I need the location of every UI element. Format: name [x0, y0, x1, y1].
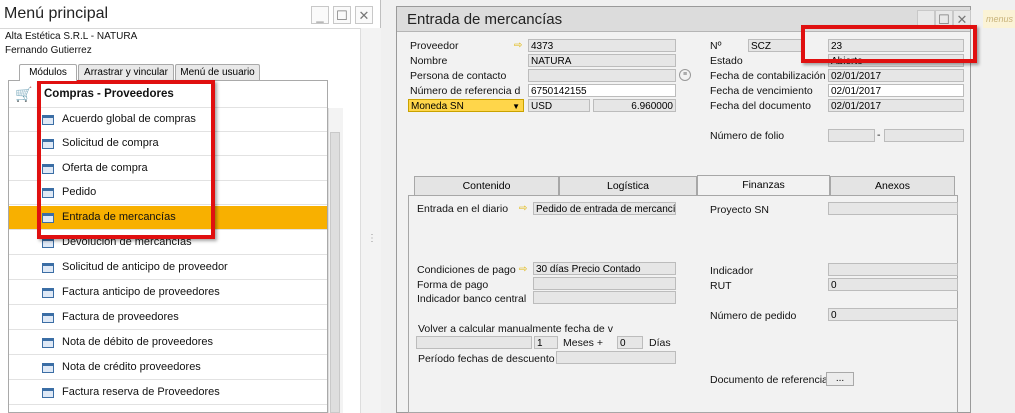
moneda-select-label: Moneda SN [411, 101, 464, 112]
dias-field[interactable]: 0 [617, 336, 643, 349]
menu-item-label: Nota de débito de proveedores [62, 336, 214, 348]
maximize-icon[interactable]: ☐ [333, 6, 351, 24]
nombre-field[interactable]: NATURA [528, 54, 676, 67]
form-icon [42, 263, 54, 273]
referencia-field[interactable]: 6750142155 [528, 84, 676, 97]
indicador-label: Indicador [710, 265, 754, 277]
diario-label: Entrada en el diario [417, 203, 509, 215]
meses-label: Meses + [563, 337, 603, 349]
documento-referencia-label: Documento de referencia [710, 374, 828, 386]
link-arrow-icon[interactable]: ⇨ [519, 204, 530, 214]
condiciones-label: Condiciones de pago [417, 264, 516, 276]
background-menus-hint: menus [983, 10, 1015, 28]
form-icon [42, 388, 54, 398]
periodo-field[interactable] [556, 351, 676, 364]
menu-item-label: Factura anticipo de proveedores [62, 286, 220, 298]
menu-item-label: Factura de proveedores [62, 311, 179, 323]
serie-field[interactable]: SCZ [748, 39, 803, 52]
diario-field[interactable]: Pedido de entrada de mercancía [533, 202, 676, 215]
indicador-field[interactable] [828, 263, 958, 276]
dias-label: Días [649, 337, 671, 349]
rut-label: RUT [710, 280, 732, 292]
menu-item-factura-anticipo[interactable]: Factura anticipo de proveedores [9, 281, 327, 305]
documento-referencia-button[interactable]: ... [826, 372, 854, 386]
moneda-select[interactable]: Moneda SN ▼ [408, 99, 524, 112]
form-icon [42, 363, 54, 373]
annotation-highlight-menu [37, 80, 215, 239]
menu-item-factura-reserva[interactable]: Factura reserva de Proveedores [9, 381, 327, 405]
proveedor-label: Proveedor [410, 40, 459, 52]
banco-central-label: Indicador banco central [417, 293, 527, 305]
minimize-icon[interactable]: _ [311, 6, 329, 24]
proveedor-field[interactable]: 4373 [528, 39, 676, 52]
folio-separator: - [877, 129, 881, 141]
proyecto-field[interactable] [828, 202, 958, 215]
condiciones-field[interactable]: 30 días Precio Contado [533, 262, 676, 275]
vencimiento-field[interactable]: 02/01/2017 [828, 84, 964, 97]
menu-item-nota-debito[interactable]: Nota de débito de proveedores [9, 331, 327, 355]
numero-pedido-field[interactable]: 0 [828, 308, 958, 321]
tab-contenido[interactable]: Contenido [414, 176, 559, 195]
form-icon [42, 238, 54, 248]
menu-item-label: Factura reserva de Proveedores [62, 386, 220, 398]
grip-icon: ⋮ [367, 233, 377, 244]
folio-number-field[interactable] [884, 129, 964, 142]
menu-item-nota-credito[interactable]: Nota de crédito proveedores [9, 356, 327, 380]
contabilizacion-field[interactable]: 02/01/2017 [828, 69, 964, 82]
splitter[interactable]: ⋮ [360, 28, 381, 413]
annotation-highlight-number [801, 25, 977, 63]
main-menu-titlebar: Menú principal _ ☐ ✕ [0, 0, 380, 29]
user-name: Fernando Gutierrez [5, 45, 92, 56]
tab-logistica[interactable]: Logística [559, 176, 697, 195]
cart-icon: 🛒 [15, 86, 33, 102]
company-name: Alta Estética S.R.L - NATURA [5, 31, 138, 42]
folio-prefix-field[interactable] [828, 129, 875, 142]
chevron-down-icon: ▼ [512, 102, 520, 111]
recalcular-label: Volver a calcular manualmente fecha de v [418, 323, 613, 335]
periodo-label: Período fechas de descuento p [418, 353, 564, 365]
vencimiento-label: Fecha de vencimiento [710, 85, 813, 97]
form-icon [42, 338, 54, 348]
tab-anexos[interactable]: Anexos [830, 176, 955, 195]
form-icon [42, 288, 54, 298]
menu-item-label: Solicitud de anticipo de proveedor [62, 261, 228, 273]
main-menu-title: Menú principal [4, 5, 109, 22]
contacto-field[interactable] [528, 69, 676, 82]
moneda-rate-field[interactable]: 6.960000 [593, 99, 676, 112]
fecha-documento-label: Fecha del documento [710, 100, 811, 112]
menu-item-solicitud-anticipo[interactable]: Solicitud de anticipo de proveedor [9, 256, 327, 280]
list-icon[interactable]: ≡ [679, 69, 691, 81]
fecha-documento-field[interactable]: 02/01/2017 [828, 99, 964, 112]
proyecto-label: Proyecto SN [710, 204, 769, 216]
tab-arrastrar-vincular[interactable]: Arrastrar y vincular [78, 64, 174, 80]
form-icon [42, 313, 54, 323]
contabilizacion-label: Fecha de contabilización [710, 70, 826, 82]
recalcular-field[interactable] [416, 336, 532, 349]
tab-modulos[interactable]: Módulos [19, 64, 77, 81]
tab-menu-usuario[interactable]: Menú de usuario [175, 64, 260, 80]
link-arrow-icon[interactable]: ⇨ [519, 265, 530, 275]
numero-pedido-label: Número de pedido [710, 310, 797, 322]
tab-finanzas[interactable]: Finanzas [697, 175, 830, 195]
goods-receipt-title: Entrada de mercancías [407, 11, 563, 28]
moneda-code-field[interactable]: USD [528, 99, 590, 112]
menu-item-label: Nota de crédito proveedores [62, 361, 201, 373]
forma-pago-field[interactable] [533, 277, 676, 290]
rut-field[interactable]: 0 [828, 278, 958, 291]
meses-field[interactable]: 1 [534, 336, 558, 349]
nombre-label: Nombre [410, 55, 448, 67]
referencia-label: Número de referencia d [410, 85, 521, 97]
contacto-label: Persona de contacto [410, 70, 507, 82]
folio-label: Número de folio [710, 130, 785, 142]
banco-central-field[interactable] [533, 291, 676, 304]
close-icon[interactable]: ✕ [355, 6, 373, 24]
menu-scrollbar-thumb[interactable] [330, 132, 340, 413]
menu-item-factura-proveedores[interactable]: Factura de proveedores [9, 306, 327, 330]
forma-pago-label: Forma de pago [417, 279, 489, 291]
numero-label: Nº [710, 40, 722, 52]
link-arrow-icon[interactable]: ⇨ [514, 41, 525, 51]
estado-label: Estado [710, 55, 743, 67]
